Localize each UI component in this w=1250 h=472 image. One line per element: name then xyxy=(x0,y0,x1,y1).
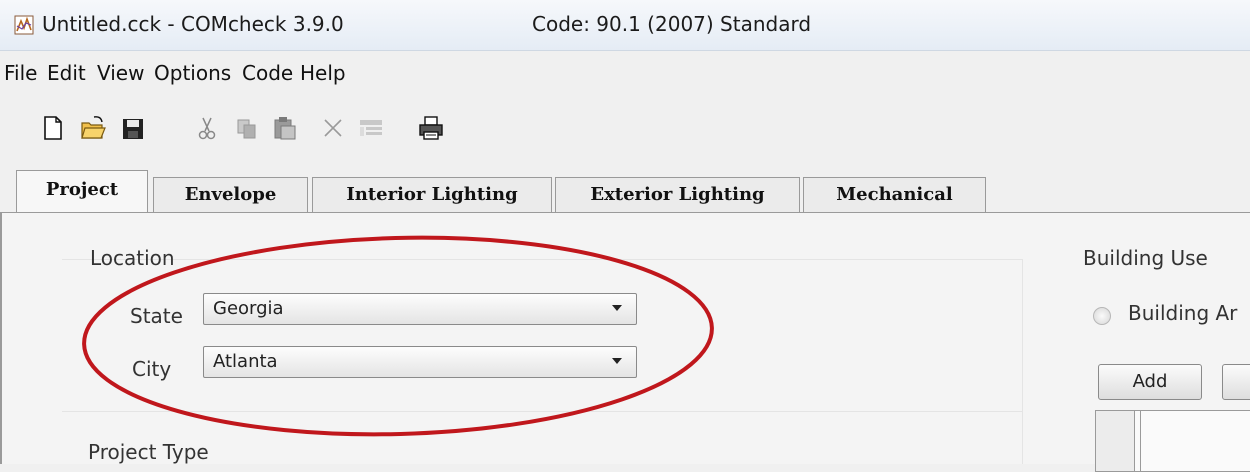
table-row-header xyxy=(1096,411,1135,471)
building-use-table[interactable] xyxy=(1095,410,1250,472)
cut-icon[interactable] xyxy=(194,114,220,142)
location-heading: Location xyxy=(90,246,175,270)
menu-code[interactable]: Code xyxy=(242,61,293,85)
open-folder-icon[interactable] xyxy=(80,114,106,142)
building-use-heading: Building Use xyxy=(1083,246,1208,270)
building-area-label: Building Ar xyxy=(1128,301,1238,325)
section-guide xyxy=(62,411,1022,412)
new-file-icon[interactable] xyxy=(40,114,66,142)
tab-project[interactable]: Project xyxy=(16,170,148,214)
menu-edit[interactable]: Edit xyxy=(47,61,86,85)
section-guide xyxy=(62,259,1022,260)
menu-options[interactable]: Options xyxy=(154,61,231,85)
city-select[interactable]: Atlanta xyxy=(203,346,637,378)
section-guide xyxy=(1022,259,1023,464)
project-type-heading: Project Type xyxy=(88,440,209,464)
state-select[interactable]: Georgia xyxy=(203,293,637,325)
tab-exterior-lighting[interactable]: Exterior Lighting xyxy=(555,177,800,212)
title-bar: Untitled.cck - COMcheck 3.9.0 Code: 90.1… xyxy=(0,0,1250,51)
dropdown-arrow-icon xyxy=(612,358,622,364)
print-icon[interactable] xyxy=(418,114,444,142)
menu-view[interactable]: View xyxy=(97,61,144,85)
project-panel xyxy=(0,213,1250,464)
table-column-divider xyxy=(1140,411,1141,471)
building-area-radio[interactable] xyxy=(1093,307,1111,325)
menu-bar: File Edit View Options Code Help xyxy=(0,52,1250,96)
copy-icon[interactable] xyxy=(234,114,260,142)
tab-mechanical[interactable]: Mechanical xyxy=(803,177,986,212)
tab-interior-lighting[interactable]: Interior Lighting xyxy=(312,177,552,212)
city-label: City xyxy=(132,357,172,381)
secondary-button[interactable] xyxy=(1222,364,1250,400)
save-icon[interactable] xyxy=(120,114,146,142)
city-value: Atlanta xyxy=(213,351,278,372)
add-button[interactable]: Add xyxy=(1098,364,1202,400)
app-icon xyxy=(14,15,34,35)
tab-envelope[interactable]: Envelope xyxy=(153,177,308,212)
menu-help[interactable]: Help xyxy=(300,61,346,85)
dropdown-arrow-icon xyxy=(612,305,622,311)
delete-icon[interactable] xyxy=(320,114,346,142)
window-title: Untitled.cck - COMcheck 3.9.0 xyxy=(42,12,344,36)
state-label: State xyxy=(130,304,183,328)
menu-file[interactable]: File xyxy=(4,61,37,85)
edit-icon[interactable] xyxy=(358,114,384,142)
paste-icon[interactable] xyxy=(272,114,298,142)
code-label: Code: 90.1 (2007) Standard xyxy=(532,12,812,36)
state-value: Georgia xyxy=(213,298,284,319)
